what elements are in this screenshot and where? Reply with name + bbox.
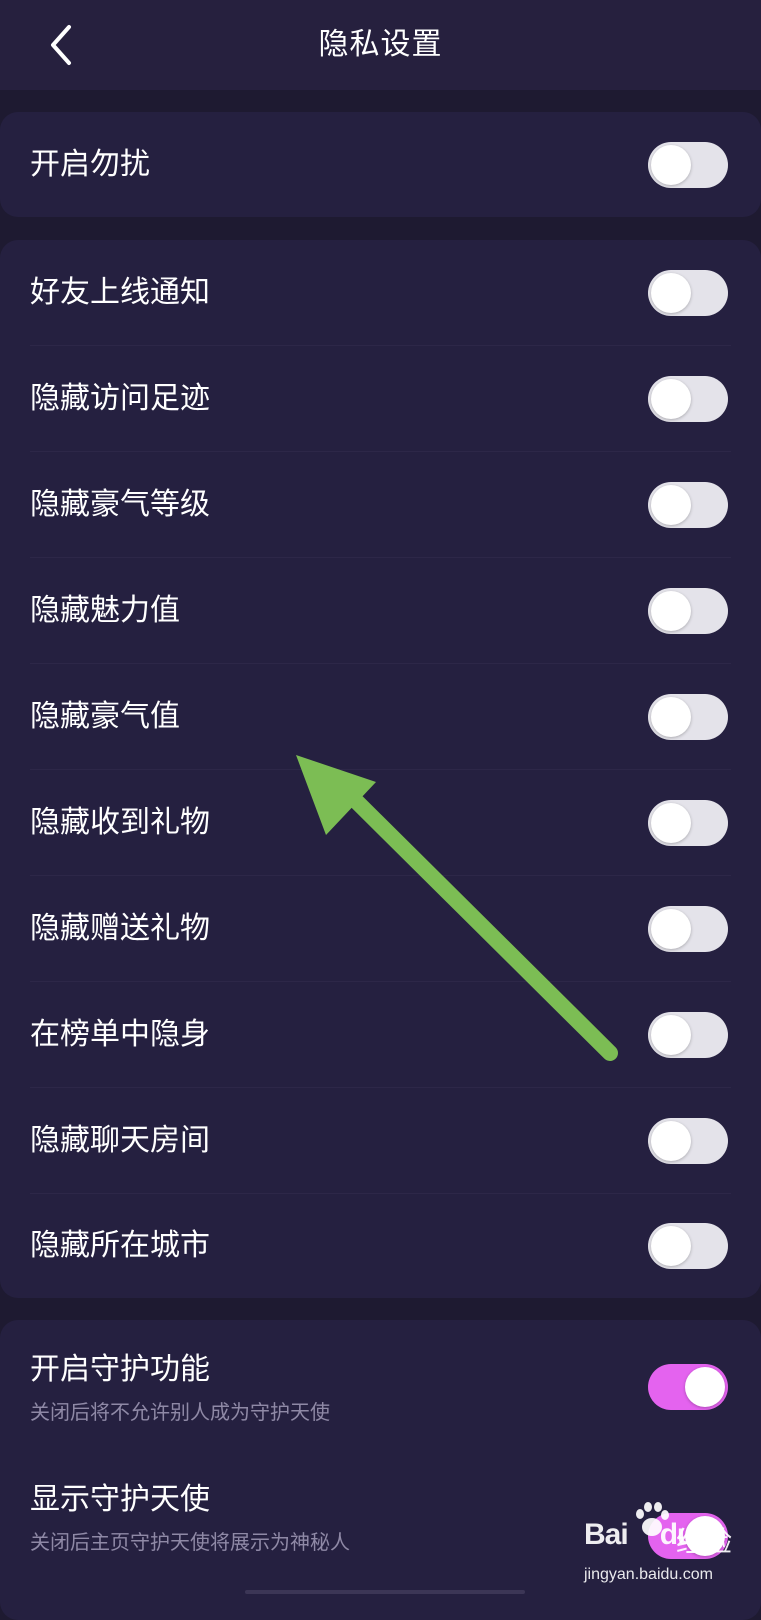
setting-label: 显示守护天使	[30, 1482, 210, 1517]
toggle-knob	[685, 1516, 725, 1556]
setting-label: 好友上线通知	[30, 275, 210, 310]
toggle-knob	[651, 1015, 691, 1055]
hide-received-gifts-toggle[interactable]	[648, 800, 728, 846]
setting-row-hide-wealth-level: 隐藏豪气等级	[0, 452, 761, 558]
setting-label: 隐藏收到礼物	[30, 805, 210, 840]
toggle-knob	[651, 591, 691, 631]
setting-row-hide-received-gifts: 隐藏收到礼物	[0, 770, 761, 876]
enable-guardian-toggle[interactable]	[648, 1364, 728, 1410]
setting-description: 关闭后主页守护天使将展示为神秘人	[30, 1530, 350, 1554]
setting-label: 隐藏赠送礼物	[30, 911, 210, 946]
toggle-knob	[651, 1226, 691, 1266]
setting-row-do-not-disturb: 开启勿扰	[0, 112, 761, 217]
toggle-knob	[651, 909, 691, 949]
setting-label: 隐藏豪气值	[30, 699, 180, 734]
setting-label: 隐藏访问足迹	[30, 381, 210, 416]
settings-group-guardian: 开启守护功能 关闭后将不允许别人成为守护天使 显示守护天使 关闭后主页守护天使将…	[0, 1320, 761, 1620]
setting-row-show-guardian-angel: 显示守护天使 关闭后主页守护天使将展示为神秘人	[0, 1450, 761, 1580]
toggle-knob	[651, 144, 691, 185]
toggle-knob	[651, 697, 691, 737]
setting-label: 在榜单中隐身	[30, 1017, 210, 1052]
setting-label: 隐藏所在城市	[30, 1228, 210, 1263]
setting-label: 隐藏魅力值	[30, 593, 180, 628]
page-title: 隐私设置	[318, 27, 443, 62]
nav-bar: 隐私设置	[0, 0, 761, 90]
setting-label: 开启勿扰	[30, 146, 150, 182]
setting-row-hide-charm-value: 隐藏魅力值	[0, 558, 761, 664]
toggle-knob	[651, 379, 691, 419]
invisible-on-leaderboard-toggle[interactable]	[648, 1012, 728, 1058]
setting-row-hide-city: 隐藏所在城市	[0, 1194, 761, 1298]
hide-sent-gifts-toggle[interactable]	[648, 906, 728, 952]
setting-row-invisible-on-leaderboard: 在榜单中隐身	[0, 982, 761, 1088]
settings-group-dnd: 开启勿扰	[0, 112, 761, 217]
setting-row-enable-guardian: 开启守护功能 关闭后将不允许别人成为守护天使	[0, 1320, 761, 1450]
setting-label: 隐藏聊天房间	[30, 1123, 210, 1158]
hide-charm-value-toggle[interactable]	[648, 588, 728, 634]
toggle-knob	[651, 803, 691, 843]
show-guardian-angel-toggle[interactable]	[648, 1513, 728, 1559]
friend-online-notice-toggle[interactable]	[648, 270, 728, 316]
hide-wealth-level-toggle[interactable]	[648, 482, 728, 528]
home-indicator	[245, 1590, 525, 1594]
setting-label: 隐藏豪气等级	[30, 487, 210, 522]
setting-row-hide-wealth-value: 隐藏豪气值	[0, 664, 761, 770]
toggle-knob	[651, 273, 691, 313]
toggle-knob	[685, 1367, 725, 1407]
hide-wealth-value-toggle[interactable]	[648, 694, 728, 740]
setting-row-hide-visit-trace: 隐藏访问足迹	[0, 346, 761, 452]
hide-visit-trace-toggle[interactable]	[648, 376, 728, 422]
setting-label: 开启守护功能	[30, 1352, 210, 1387]
do-not-disturb-toggle[interactable]	[648, 141, 728, 188]
toggle-knob	[651, 1121, 691, 1161]
setting-row-friend-online-notice: 好友上线通知	[0, 240, 761, 346]
toggle-knob	[651, 485, 691, 525]
setting-row-hide-sent-gifts: 隐藏赠送礼物	[0, 876, 761, 982]
setting-description: 关闭后将不允许别人成为守护天使	[30, 1400, 330, 1424]
settings-group-privacy: 好友上线通知 隐藏访问足迹 隐藏豪气等级 隐藏魅力值 隐藏豪气值 隐藏收到礼物 …	[0, 240, 761, 1298]
setting-row-hide-chat-room: 隐藏聊天房间	[0, 1088, 761, 1194]
hide-city-toggle[interactable]	[648, 1223, 728, 1269]
hide-chat-room-toggle[interactable]	[648, 1118, 728, 1164]
